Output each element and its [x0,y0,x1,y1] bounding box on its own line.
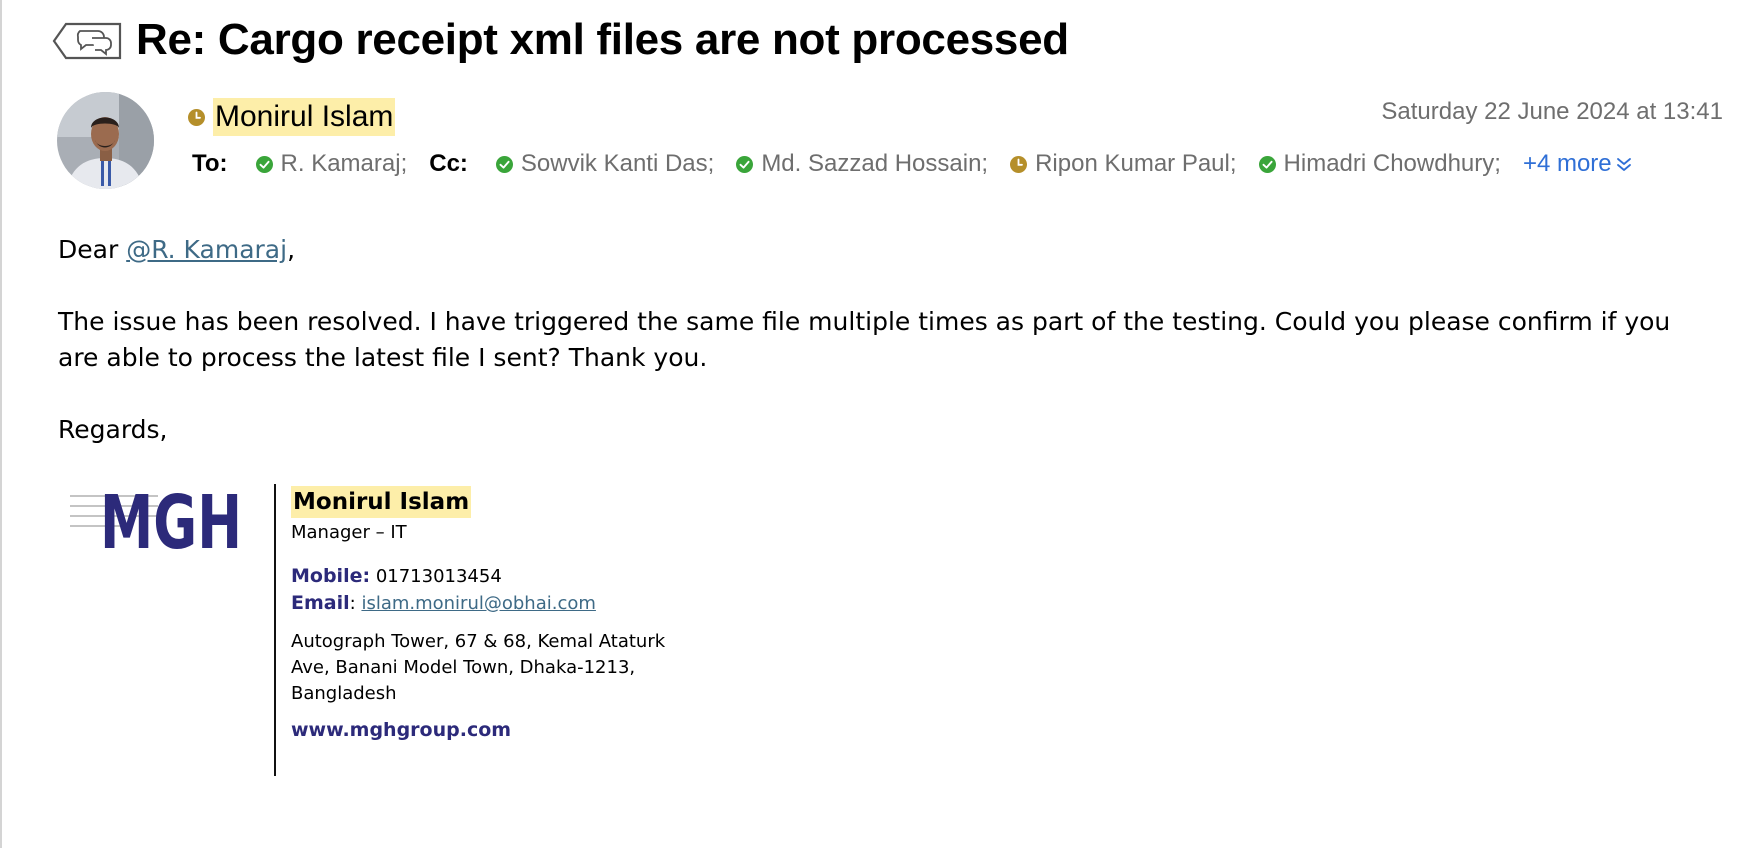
recipients-row: To: R. Kamaraj; Cc: Sowvik Kanti Das; Md… [192,150,1632,178]
check-circle-icon [255,155,273,173]
recipient-cc-ripon[interactable]: Ripon Kumar Paul; [1010,150,1237,178]
sender-name[interactable]: Monirul Islam [213,98,396,136]
signature: Monirul Islam Manager – IT Mobile: 01713… [291,486,671,741]
reply-thread-icon[interactable] [52,18,126,62]
sender-photo [57,92,154,189]
window-edge [0,0,2,848]
avatar[interactable] [57,92,154,189]
subject-row: Re: Cargo receipt xml files are not proc… [52,14,1069,66]
greeting-prefix: Dear [58,235,127,264]
recipient-to-kamaraj[interactable]: R. Kamaraj; [255,150,408,178]
double-chevron-down-icon [1616,158,1631,171]
check-circle-icon [495,155,513,173]
signature-title: Manager – IT [291,522,407,543]
email-separator: : [349,593,356,614]
sender-row: Monirul Islam [188,98,396,136]
email-label: Email [291,592,350,614]
mention-link[interactable]: @R. Kamaraj [126,235,287,264]
svg-text:MGH: MGH [100,482,242,554]
website-link[interactable]: www.mghgroup.com [291,719,671,741]
email-date: Saturday 22 June 2024 at 13:41 [1381,98,1723,125]
recipient-name: Ripon Kumar Paul; [1035,150,1237,177]
company-logo: MGH [70,482,242,554]
signature-email: Email: islam.monirul@obhai.com [291,590,671,617]
email-link[interactable]: islam.monirul@obhai.com [361,593,595,614]
more-recipients-link[interactable]: +4 more [1523,150,1632,178]
closing: Regards, [58,415,168,444]
signature-mobile: Mobile: 01713013454 [291,563,671,590]
check-circle-icon [736,155,754,173]
mobile-number: 01713013454 [375,566,502,587]
check-circle-icon [1258,155,1276,173]
recipient-cc-sowvik[interactable]: Sowvik Kanti Das; [495,150,715,178]
recipient-name: R. Kamaraj; [280,150,408,177]
recipient-name: Himadri Chowdhury; [1283,150,1501,177]
recipient-name: Md. Sazzad Hossain; [761,150,989,177]
recipient-name: Sowvik Kanti Das; [520,150,715,177]
to-label: To: [192,150,228,177]
signature-divider [274,484,276,776]
clock-icon [1010,155,1028,173]
body-paragraph: The issue has been resolved. I have trig… [58,307,1671,372]
email-body: Dear @R. Kamaraj, The issue has been res… [58,232,1718,448]
recipient-cc-sazzad[interactable]: Md. Sazzad Hossain; [736,150,988,178]
email-subject: Re: Cargo receipt xml files are not proc… [136,15,1069,64]
greeting-suffix: , [287,235,296,264]
signature-address: Autograph Tower, 67 & 68, Kemal Ataturk … [291,631,666,704]
clock-icon [188,108,205,126]
more-recipients-label: +4 more [1522,150,1612,177]
mobile-label: Mobile: [291,565,371,587]
signature-name: Monirul Islam [291,486,472,518]
cc-label: Cc: [429,150,468,177]
recipient-cc-himadri[interactable]: Himadri Chowdhury; [1258,150,1501,178]
greeting: Dear @R. Kamaraj, [58,232,1718,268]
